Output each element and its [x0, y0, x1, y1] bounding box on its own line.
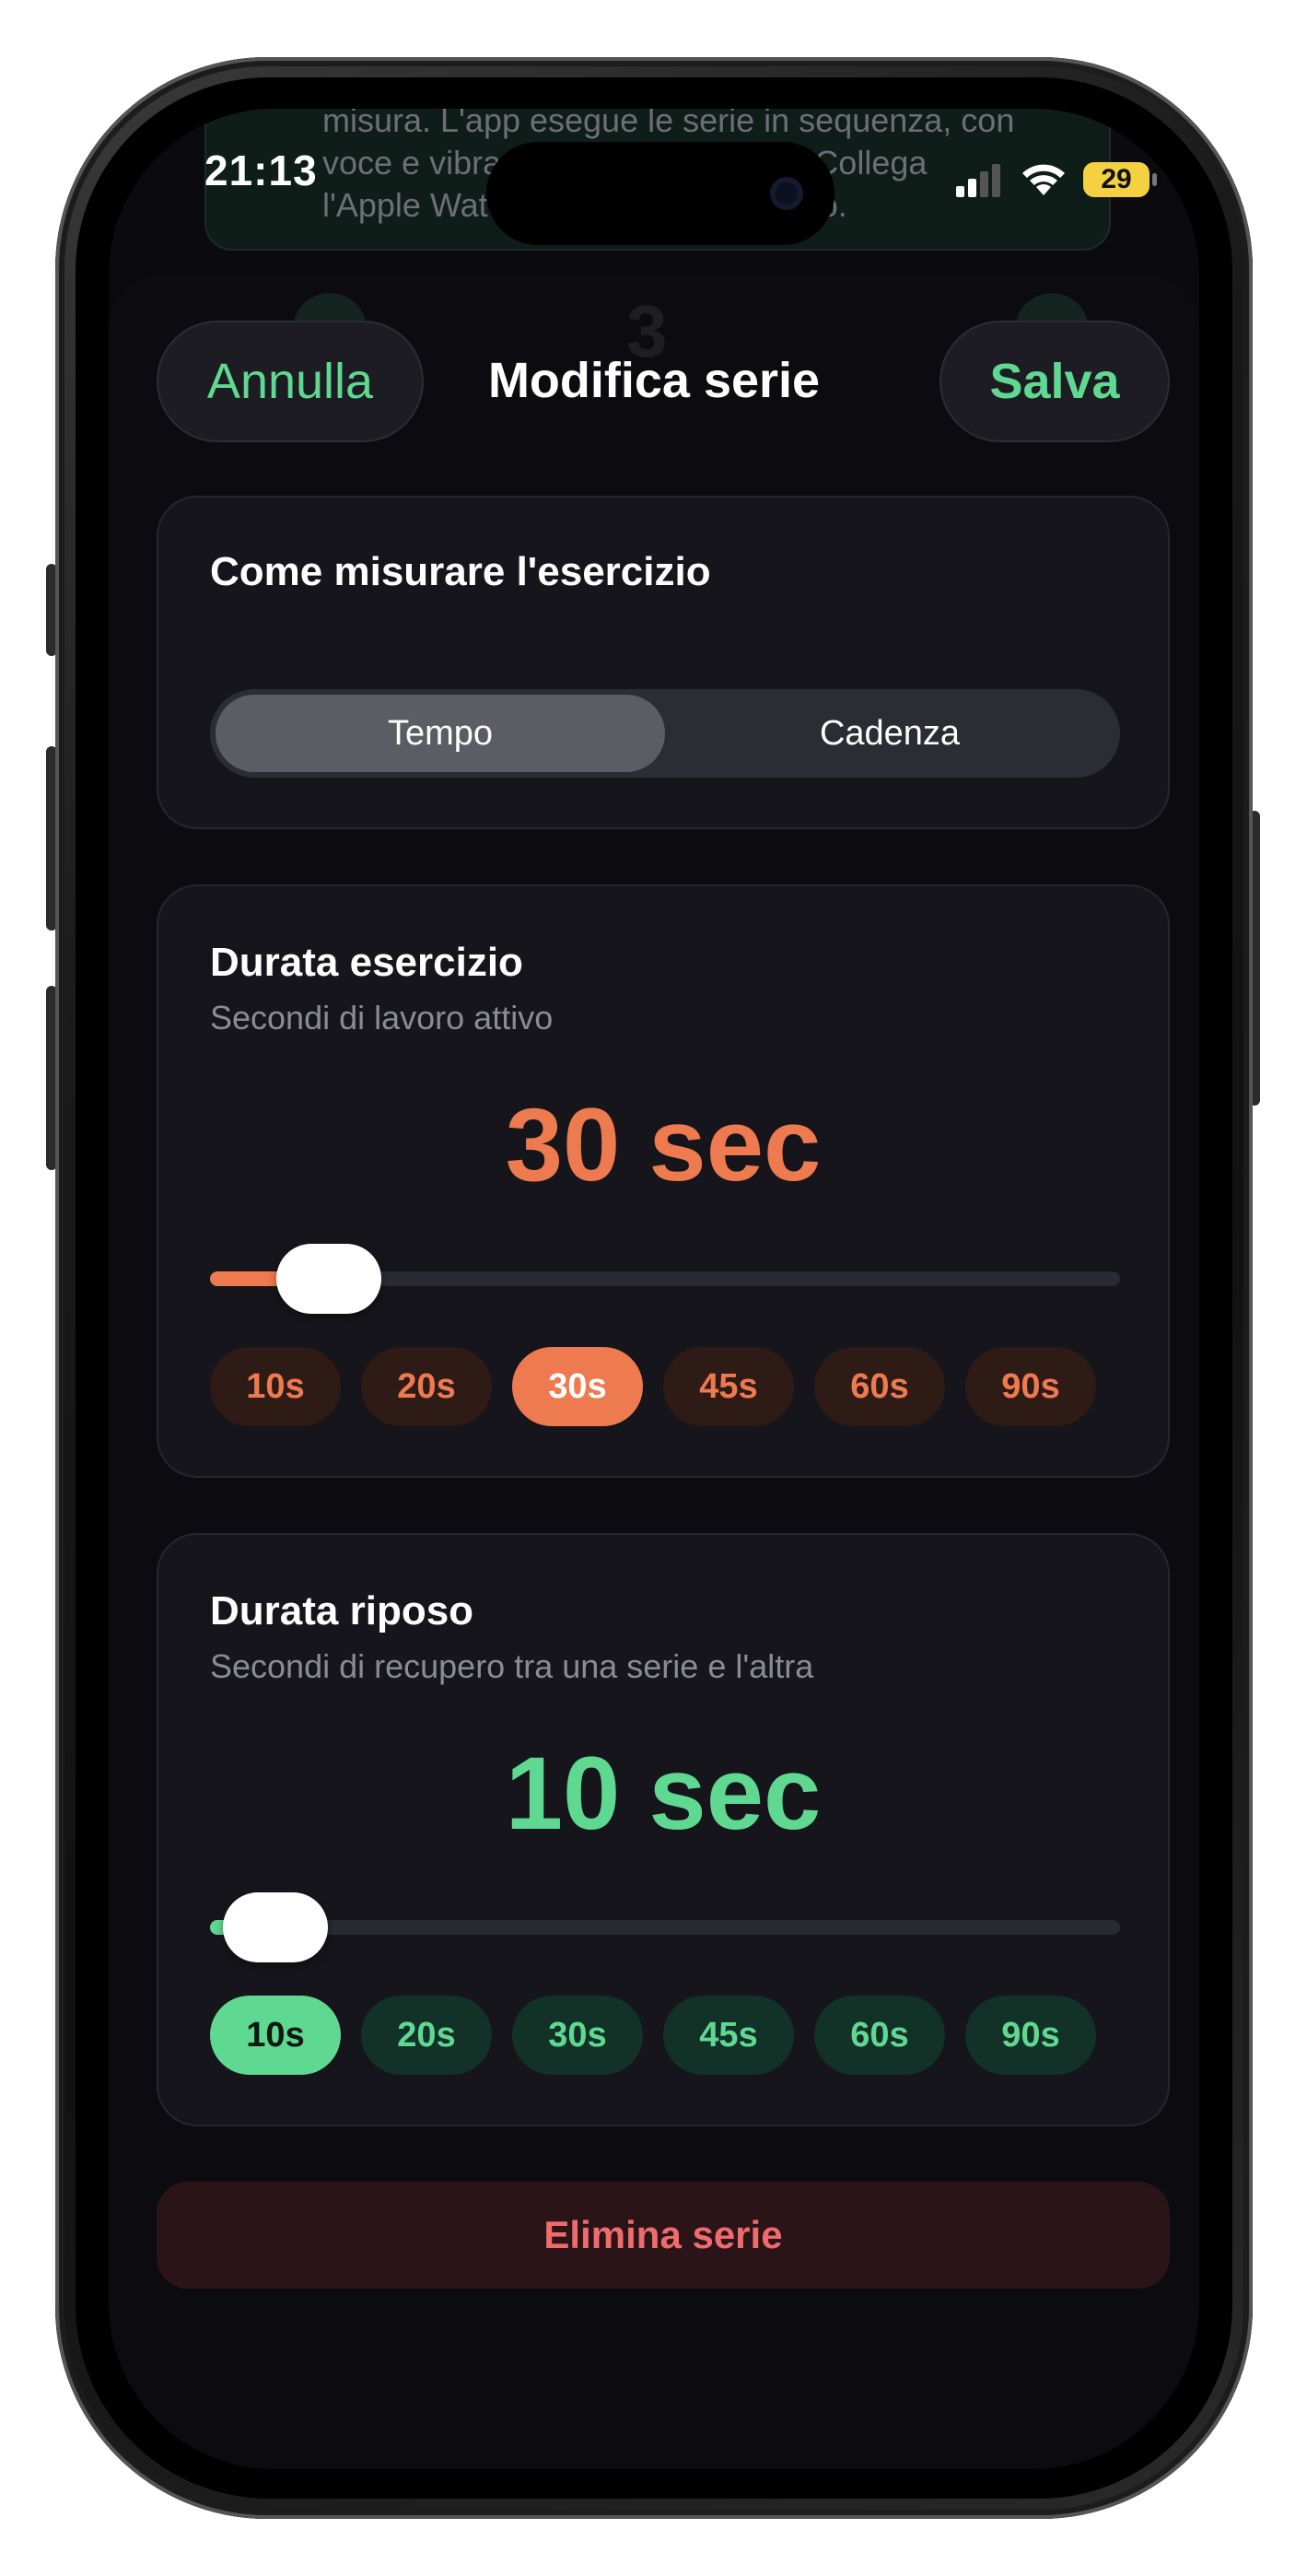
battery-level: 29: [1101, 164, 1132, 194]
exercise-preset-45s[interactable]: 45s: [663, 1347, 794, 1426]
cellular-signal-icon: [956, 164, 1000, 197]
rest-duration-card: Durata riposo Secondi di recupero tra un…: [157, 1533, 1170, 2126]
exercise-preset-20s[interactable]: 20s: [361, 1347, 492, 1426]
rest-preset-45s[interactable]: 45s: [663, 1996, 794, 2075]
exercise-preset-10s[interactable]: 10s: [210, 1347, 341, 1426]
exercise-preset-60s[interactable]: 60s: [814, 1347, 945, 1426]
exercise-duration-subtitle: Secondi di lavoro attivo: [210, 999, 554, 1036]
rest-preset-30s[interactable]: 30s: [512, 1996, 643, 2075]
status-icons: 29: [956, 157, 1177, 203]
segment-tempo[interactable]: Tempo: [216, 695, 665, 772]
cancel-button[interactable]: Annulla: [157, 321, 424, 442]
rest-presets: 10s 20s 30s 45s 60s 90s: [210, 1996, 1120, 2075]
delete-series-button[interactable]: Elimina serie: [157, 2182, 1170, 2289]
exercise-duration-title: Durata esercizio: [210, 940, 523, 985]
status-time: 21:13: [204, 146, 318, 194]
exercise-preset-30s[interactable]: 30s: [512, 1347, 643, 1426]
page-title: Modifica serie: [487, 353, 821, 408]
background-line: misura. L'app esegue le serie in sequenz…: [322, 109, 1015, 139]
front-camera: [770, 177, 803, 210]
save-button[interactable]: Salva: [939, 321, 1170, 442]
rest-preset-20s[interactable]: 20s: [361, 1996, 492, 2075]
exercise-duration-card: Durata esercizio Secondi di lavoro attiv…: [157, 884, 1170, 1478]
exercise-presets: 10s 20s 30s 45s 60s 90s: [210, 1347, 1120, 1426]
measure-title: Come misurare l'esercizio: [210, 549, 711, 594]
rest-slider-track[interactable]: [210, 1920, 1120, 1935]
measure-segmented-control[interactable]: Tempo Cadenza: [210, 689, 1120, 778]
exercise-preset-90s[interactable]: 90s: [965, 1347, 1096, 1426]
battery-cap: [1152, 173, 1157, 186]
segment-cadenza[interactable]: Cadenza: [665, 695, 1114, 772]
measure-card: Come misurare l'esercizio Tempo Cadenza: [157, 496, 1170, 829]
rest-preset-60s[interactable]: 60s: [814, 1996, 945, 2075]
rest-preset-10s[interactable]: 10s: [210, 1996, 341, 2075]
exercise-slider-thumb[interactable]: [276, 1244, 381, 1314]
rest-duration-subtitle: Secondi di recupero tra una serie e l'al…: [210, 1647, 814, 1685]
screen: misura. L'app esegue le serie in sequenz…: [109, 109, 1199, 2469]
rest-duration-value: 10 sec: [505, 1736, 822, 1851]
rest-slider-thumb[interactable]: [223, 1892, 328, 1962]
exercise-duration-value: 30 sec: [505, 1087, 822, 1202]
rest-preset-90s[interactable]: 90s: [965, 1996, 1096, 2075]
rest-duration-title: Durata riposo: [210, 1588, 474, 1633]
battery-icon: 29: [1083, 162, 1149, 197]
wifi-icon: [1022, 164, 1065, 195]
